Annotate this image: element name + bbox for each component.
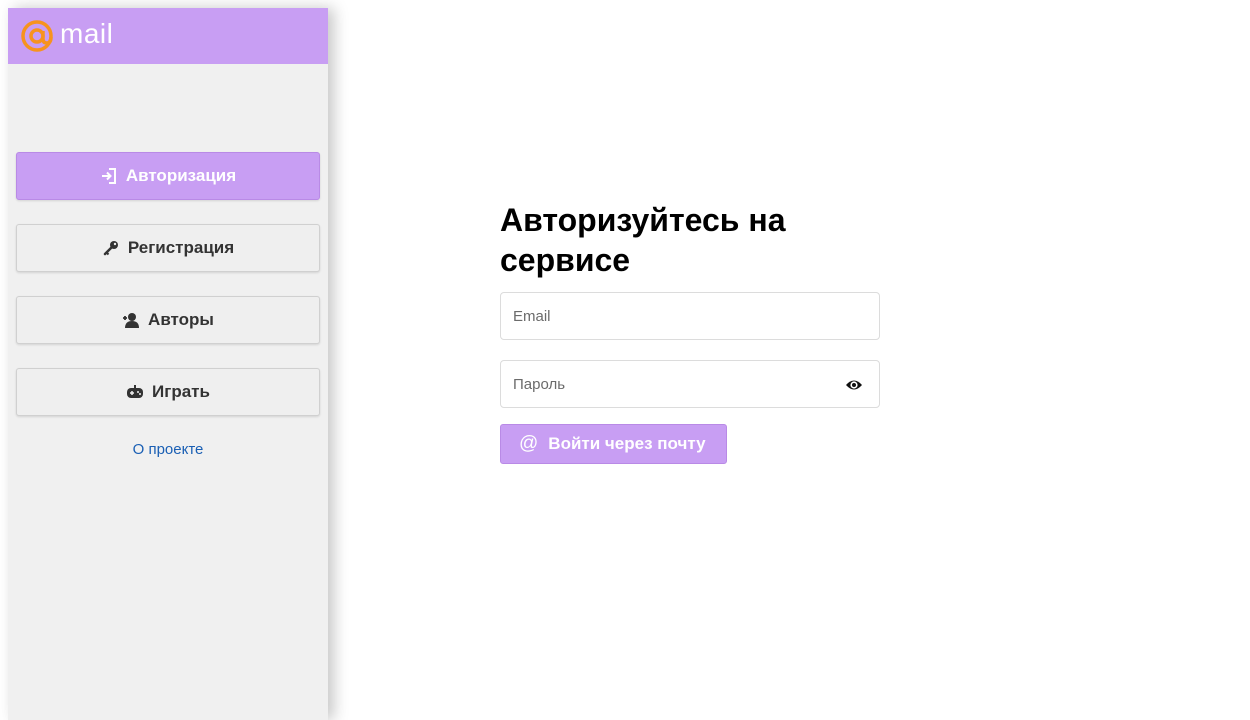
gamepad-icon <box>126 383 144 401</box>
email-field[interactable] <box>501 293 879 339</box>
login-button-label: Войти через почту <box>548 434 706 453</box>
sidebar-item-label: Авторизация <box>125 166 237 185</box>
about-project-link[interactable]: О проекте <box>8 441 328 458</box>
sidebar-item-registration[interactable]: Регистрация <box>16 224 320 272</box>
sidebar-header: mail <box>8 8 328 64</box>
sidebar-item-label: Регистрация <box>127 238 235 257</box>
logo-text: mail <box>60 18 114 49</box>
login-form: Авторизуйтесь на сервисе @ Войти через п… <box>500 200 880 464</box>
mail-logo[interactable]: mail <box>20 16 113 56</box>
sign-in-icon <box>100 167 118 185</box>
key-icon <box>102 239 120 257</box>
sidebar-item-play[interactable]: Играть <box>16 368 320 416</box>
sidebar-item-label: Играть <box>152 382 210 401</box>
users-icon <box>122 311 140 329</box>
sidebar-item-label: Авторы <box>148 310 214 329</box>
password-field[interactable] <box>501 361 879 407</box>
at-logo-icon <box>21 20 53 52</box>
sidebar-item-authorization[interactable]: Авторизация <box>16 152 320 200</box>
login-via-mail-button[interactable]: @ Войти через почту <box>500 424 727 464</box>
sidebar: mail Авторизация Регистрация Авторы Игра… <box>8 8 328 720</box>
email-field-wrapper <box>500 292 880 340</box>
eye-icon[interactable] <box>845 377 863 393</box>
sidebar-item-authors[interactable]: Авторы <box>16 296 320 344</box>
password-field-wrapper <box>500 360 880 408</box>
page-title: Авторизуйтесь на сервисе <box>500 202 786 278</box>
sidebar-nav: Авторизация Регистрация Авторы Играть <box>16 152 320 440</box>
at-icon: @ <box>519 433 539 454</box>
